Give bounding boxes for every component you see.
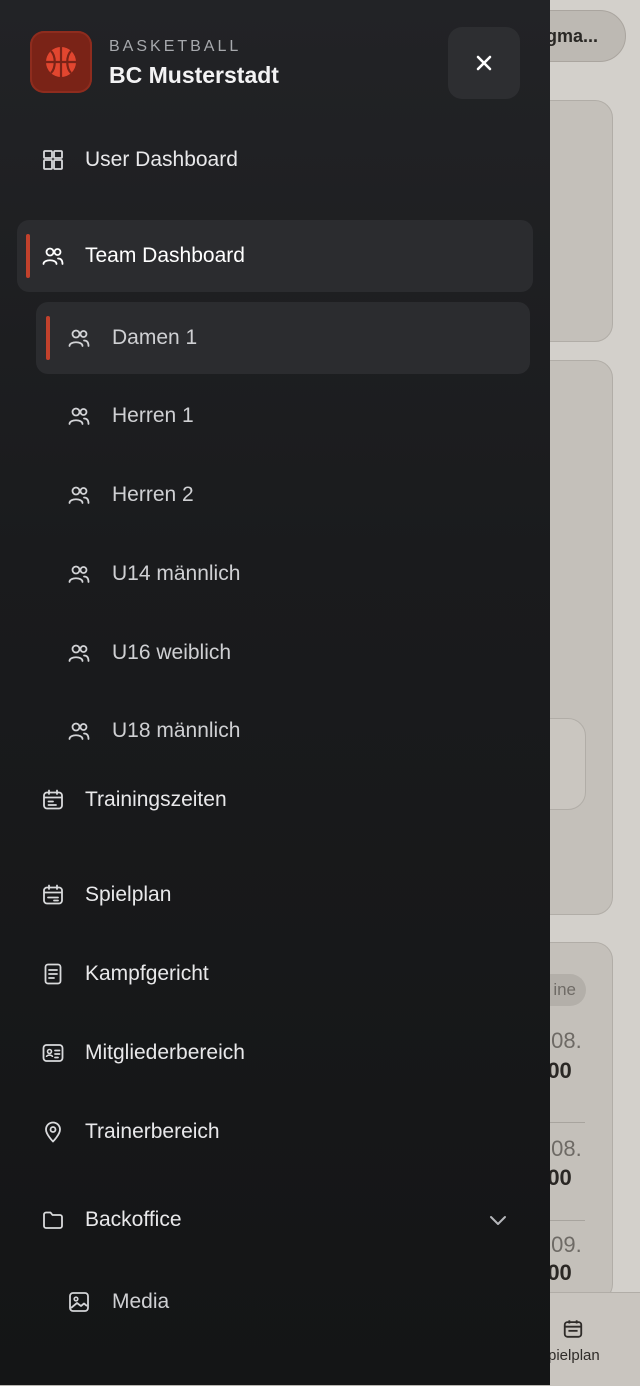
nav-item-label: Spielplan [85,883,172,906]
team-item-label: U16 weiblich [112,641,232,664]
team-item-label: Herren 2 [112,483,194,506]
team-item-u18-maennlich[interactable]: U18 männlich [36,695,530,767]
chevron-down-icon[interactable] [486,1208,510,1232]
nav-item-trainerbereich[interactable]: Trainerbereich [17,1096,533,1168]
nav-item-label: Team Dashboard [85,244,245,267]
nav-item-label: Mitgliederbereich [85,1041,245,1064]
team-item-herren-2[interactable]: Herren 2 [36,459,530,531]
nav-item-label: Kampfgericht [85,962,209,985]
brand-title: BC Musterstadt [109,62,279,88]
close-drawer-button[interactable] [448,27,520,99]
document-icon [40,961,66,987]
calendar-icon [40,787,66,813]
brand-subtitle: BASKETBALL [109,38,242,55]
nav-item-label: Trainerbereich [85,1120,220,1143]
users-icon [67,326,91,350]
id-card-icon [40,1040,66,1066]
bottom-nav-spielplan-label[interactable]: pielplan [548,1347,600,1364]
navigation-drawer: BASKETBALL BC Musterstadt User Dashboard [0,0,550,1385]
basketball-icon [46,47,76,77]
nav-item-backoffice[interactable]: Backoffice [17,1184,533,1256]
background-date: .08. [545,1028,582,1053]
nav-item-spielplan[interactable]: Spielplan [17,859,533,931]
nav-item-label: Backoffice [85,1208,182,1231]
users-icon [67,404,91,428]
team-item-u14-maennlich[interactable]: U14 männlich [36,538,530,610]
background-date: .09. [545,1232,582,1257]
image-icon [67,1290,91,1314]
team-item-label: U18 männlich [112,719,241,742]
nav-item-label: User Dashboard [85,148,238,171]
calendar-clock-icon [40,882,66,908]
users-icon [67,483,91,507]
club-logo [30,31,92,93]
backoffice-item-label: Media [112,1290,170,1313]
nav-item-user-dashboard[interactable]: User Dashboard [17,124,533,196]
active-indicator [46,316,50,360]
team-item-label: U14 männlich [112,562,241,585]
users-icon [40,243,66,269]
team-item-label: Herren 1 [112,404,194,427]
backoffice-item-media[interactable]: Media [36,1266,530,1338]
active-indicator [26,234,30,278]
close-icon [476,55,492,71]
calendar-clock-icon [563,1320,583,1338]
dashboard-icon [40,147,66,173]
divider [545,1220,585,1221]
nav-item-label: Trainingszeiten [85,788,227,811]
location-pin-icon [40,1119,66,1145]
team-item-u16-weiblich[interactable]: U16 weiblich [36,617,530,689]
users-icon [67,641,91,665]
team-item-label: Damen 1 [112,326,198,349]
nav-item-trainingszeiten[interactable]: Trainingszeiten [17,764,533,836]
folder-icon [40,1207,66,1233]
users-icon [67,562,91,586]
nav-item-kampfgericht[interactable]: Kampfgericht [17,938,533,1010]
team-item-damen-1[interactable]: Damen 1 [36,302,530,374]
nav-item-mitgliederbereich[interactable]: Mitgliederbereich [17,1017,533,1089]
background-date: .08. [545,1136,582,1161]
divider [545,1122,585,1123]
nav-item-team-dashboard[interactable]: Team Dashboard [17,220,533,292]
team-item-herren-1[interactable]: Herren 1 [36,380,530,452]
users-icon [67,719,91,743]
